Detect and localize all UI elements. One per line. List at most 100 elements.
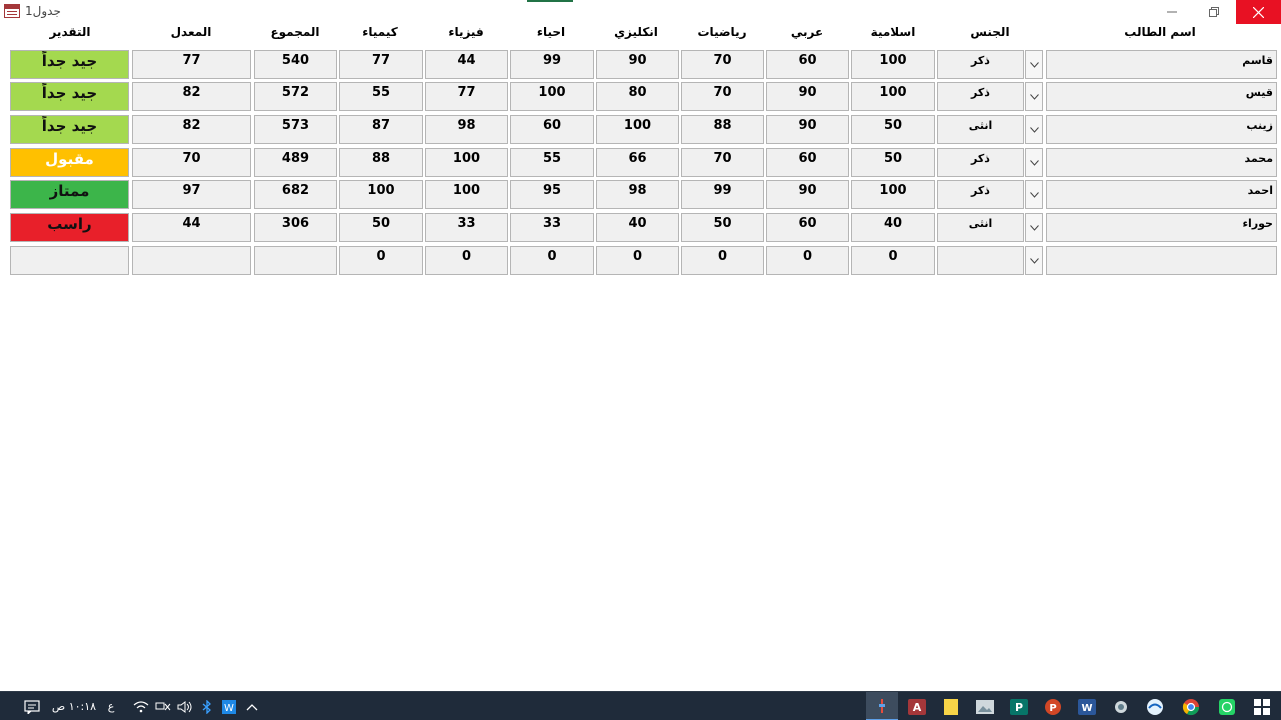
network-disconnected-icon[interactable]: [152, 692, 174, 720]
restore-button[interactable]: [1194, 0, 1234, 24]
cell-english[interactable]: 98: [596, 180, 679, 209]
cell-islamic[interactable]: 50: [851, 148, 935, 177]
cell-name[interactable]: قاسم: [1046, 50, 1277, 79]
cell-average[interactable]: 77: [132, 50, 251, 79]
cell-chemistry[interactable]: 77: [339, 50, 423, 79]
cell-name[interactable]: [1046, 246, 1277, 275]
cell-physics[interactable]: 33: [425, 213, 508, 242]
cell-math[interactable]: 0: [681, 246, 764, 275]
cell-physics[interactable]: 44: [425, 50, 508, 79]
cell-math[interactable]: 70: [681, 82, 764, 111]
gender-dropdown-button[interactable]: [1025, 115, 1043, 144]
notes-icon[interactable]: [936, 692, 966, 720]
cell-average[interactable]: 82: [132, 82, 251, 111]
cell-grade[interactable]: [10, 246, 129, 275]
word-icon[interactable]: W: [1072, 692, 1102, 720]
language-indicator[interactable]: ع: [102, 692, 120, 720]
cell-gender[interactable]: انثى: [937, 115, 1024, 144]
cell-name[interactable]: محمد: [1046, 148, 1277, 177]
cell-physics[interactable]: 98: [425, 115, 508, 144]
cell-physics[interactable]: 77: [425, 82, 508, 111]
cell-chemistry[interactable]: 0: [339, 246, 423, 275]
cell-arabic[interactable]: 90: [766, 82, 849, 111]
cell-gender[interactable]: ذكر: [937, 180, 1024, 209]
cell-name[interactable]: قيس: [1046, 82, 1277, 111]
cell-chemistry[interactable]: 55: [339, 82, 423, 111]
whatsapp-icon[interactable]: [1212, 692, 1242, 720]
gender-dropdown-button[interactable]: [1025, 50, 1043, 79]
cell-biology[interactable]: 99: [510, 50, 594, 79]
cell-islamic[interactable]: 100: [851, 82, 935, 111]
cell-math[interactable]: 88: [681, 115, 764, 144]
cell-chemistry[interactable]: 50: [339, 213, 423, 242]
cell-average[interactable]: 82: [132, 115, 251, 144]
cell-arabic[interactable]: 0: [766, 246, 849, 275]
cell-biology[interactable]: 95: [510, 180, 594, 209]
cell-gender[interactable]: ذكر: [937, 50, 1024, 79]
cell-english[interactable]: 100: [596, 115, 679, 144]
pinned-active-app[interactable]: [866, 692, 898, 720]
publisher-icon[interactable]: P: [1004, 692, 1034, 720]
cell-biology[interactable]: 100: [510, 82, 594, 111]
cell-arabic[interactable]: 60: [766, 213, 849, 242]
gender-dropdown-button[interactable]: [1025, 180, 1043, 209]
gender-dropdown-button[interactable]: [1025, 148, 1043, 177]
access-icon[interactable]: A: [902, 692, 932, 720]
cell-english[interactable]: 80: [596, 82, 679, 111]
gender-dropdown-button[interactable]: [1025, 82, 1043, 111]
cell-grade[interactable]: جيد جداً: [10, 50, 129, 79]
cell-grade[interactable]: جيد جداً: [10, 115, 129, 144]
cell-physics[interactable]: 100: [425, 180, 508, 209]
cell-name[interactable]: زينب: [1046, 115, 1277, 144]
cell-islamic[interactable]: 0: [851, 246, 935, 275]
cell-gender[interactable]: [937, 246, 1024, 275]
volume-icon[interactable]: [174, 692, 196, 720]
cell-average[interactable]: [132, 246, 251, 275]
cell-name[interactable]: حوراء: [1046, 213, 1277, 242]
settings-icon[interactable]: [1106, 692, 1136, 720]
cell-total[interactable]: [254, 246, 337, 275]
clock-time[interactable]: ١٠:١٨ ص: [50, 692, 98, 720]
close-button[interactable]: [1236, 0, 1281, 24]
cell-islamic[interactable]: 40: [851, 213, 935, 242]
chevron-up-icon[interactable]: [242, 692, 262, 720]
cell-biology[interactable]: 55: [510, 148, 594, 177]
cell-chemistry[interactable]: 88: [339, 148, 423, 177]
action-center-icon[interactable]: [18, 692, 46, 720]
cell-total[interactable]: 306: [254, 213, 337, 242]
cell-total[interactable]: 540: [254, 50, 337, 79]
cell-chemistry[interactable]: 100: [339, 180, 423, 209]
wifi-icon[interactable]: [130, 692, 152, 720]
bluetooth-icon[interactable]: [198, 692, 216, 720]
cell-grade[interactable]: مقبول: [10, 148, 129, 177]
cell-english[interactable]: 40: [596, 213, 679, 242]
app-tray-icon[interactable]: W: [220, 692, 238, 720]
cell-gender[interactable]: ذكر: [937, 82, 1024, 111]
cell-biology[interactable]: 60: [510, 115, 594, 144]
cell-english[interactable]: 66: [596, 148, 679, 177]
cell-islamic[interactable]: 100: [851, 180, 935, 209]
media-icon[interactable]: [1140, 692, 1170, 720]
powerpoint-icon[interactable]: P: [1038, 692, 1068, 720]
image-viewer-icon[interactable]: [970, 692, 1000, 720]
cell-arabic[interactable]: 90: [766, 115, 849, 144]
cell-biology[interactable]: 0: [510, 246, 594, 275]
cell-gender[interactable]: ذكر: [937, 148, 1024, 177]
cell-average[interactable]: 70: [132, 148, 251, 177]
cell-arabic[interactable]: 60: [766, 148, 849, 177]
chrome-icon[interactable]: [1176, 692, 1206, 720]
minimize-button[interactable]: [1152, 0, 1192, 24]
cell-math[interactable]: 99: [681, 180, 764, 209]
cell-total[interactable]: 489: [254, 148, 337, 177]
cell-biology[interactable]: 33: [510, 213, 594, 242]
cell-total[interactable]: 573: [254, 115, 337, 144]
cell-average[interactable]: 97: [132, 180, 251, 209]
cell-total[interactable]: 682: [254, 180, 337, 209]
cell-physics[interactable]: 0: [425, 246, 508, 275]
cell-grade[interactable]: ممتاز: [10, 180, 129, 209]
cell-islamic[interactable]: 50: [851, 115, 935, 144]
windows-start-icon[interactable]: [1246, 692, 1278, 720]
gender-dropdown-button[interactable]: [1025, 213, 1043, 242]
cell-math[interactable]: 70: [681, 50, 764, 79]
cell-physics[interactable]: 100: [425, 148, 508, 177]
